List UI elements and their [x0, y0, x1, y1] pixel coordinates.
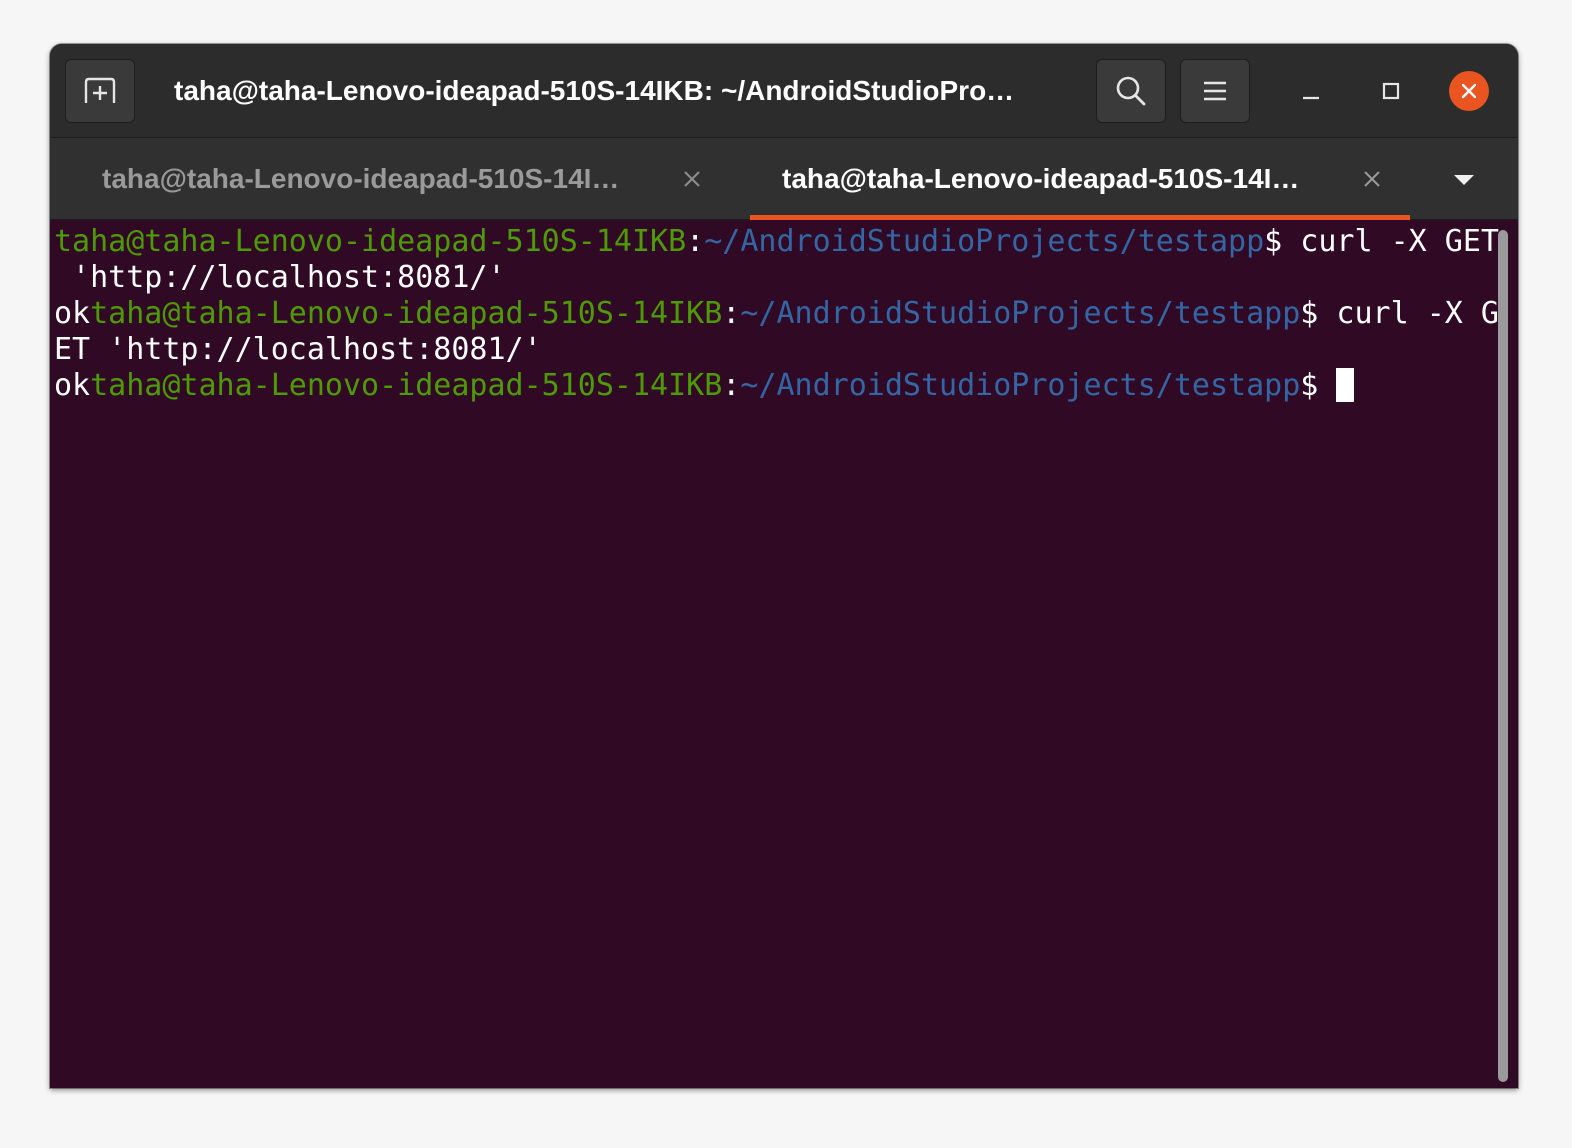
- tab-close-button[interactable]: [1357, 164, 1387, 194]
- close-icon: [1461, 83, 1477, 99]
- prompt-separator: :: [722, 296, 741, 331]
- menu-button[interactable]: [1180, 59, 1250, 123]
- command-text: $ curl -X G: [1300, 296, 1499, 331]
- terminal-window: taha@taha-Lenovo-ideapad-510S-14IKB: ~/A…: [50, 44, 1518, 1088]
- terminal-output: taha@taha-Lenovo-ideapad-510S-14IKB:~/An…: [54, 224, 1499, 404]
- prompt-separator: :: [722, 368, 741, 403]
- hamburger-menu-icon: [1204, 81, 1226, 101]
- prompt-path: ~/AndroidStudioProjects/testapp: [740, 368, 1301, 403]
- maximize-icon: [1382, 82, 1400, 100]
- close-icon: [684, 171, 700, 187]
- minimize-icon: [1303, 96, 1319, 100]
- command-text: ET 'http://localhost:8081/': [54, 332, 542, 367]
- tab-close-button[interactable]: [677, 164, 707, 194]
- command-text: $: [1300, 368, 1337, 403]
- tab-label: taha@taha-Lenovo-ideapad-510S-14I…: [102, 163, 620, 194]
- tabs-dropdown-button[interactable]: [1446, 162, 1482, 198]
- tab-bar: taha@taha-Lenovo-ideapad-510S-14I… taha@…: [50, 138, 1518, 220]
- search-icon: [1116, 76, 1146, 106]
- new-tab-button[interactable]: [65, 59, 135, 123]
- command-text: $ curl -X GET: [1264, 224, 1499, 259]
- search-button[interactable]: [1096, 59, 1166, 123]
- prompt-user: taha@taha-Lenovo-ideapad-510S-14IKB: [90, 368, 723, 403]
- prompt-path: ~/AndroidStudioProjects/testapp: [704, 224, 1265, 259]
- prompt-user: taha@taha-Lenovo-ideapad-510S-14IKB: [54, 224, 687, 259]
- maximize-button[interactable]: [1370, 70, 1412, 112]
- terminal-line: ET 'http://localhost:8081/': [54, 332, 1494, 368]
- new-tab-icon: [84, 77, 116, 103]
- tab-label: taha@taha-Lenovo-ideapad-510S-14I…: [782, 163, 1300, 194]
- window-title: taha@taha-Lenovo-ideapad-510S-14IKB: ~/A…: [174, 75, 1015, 106]
- command-text: 'http://localhost:8081/': [54, 260, 506, 295]
- terminal-view[interactable]: taha@taha-Lenovo-ideapad-510S-14IKB:~/An…: [50, 220, 1518, 1088]
- terminal-line: taha@taha-Lenovo-ideapad-510S-14IKB:~/An…: [54, 224, 1499, 260]
- terminal-line: oktaha@taha-Lenovo-ideapad-510S-14IKB:~/…: [54, 296, 1499, 332]
- terminal-line: 'http://localhost:8081/': [54, 260, 1494, 296]
- close-icon: [1364, 171, 1380, 187]
- command-output: ok: [54, 368, 91, 403]
- prompt-path: ~/AndroidStudioProjects/testapp: [740, 296, 1301, 331]
- minimize-button[interactable]: [1290, 70, 1332, 112]
- tab-active[interactable]: taha@taha-Lenovo-ideapad-510S-14I…: [750, 138, 1410, 220]
- command-output: ok: [54, 296, 91, 331]
- terminal-line: oktaha@taha-Lenovo-ideapad-510S-14IKB:~/…: [54, 368, 1494, 404]
- close-button[interactable]: [1449, 71, 1489, 111]
- text-cursor: [1336, 368, 1355, 402]
- tab-inactive[interactable]: taha@taha-Lenovo-ideapad-510S-14I…: [50, 138, 750, 220]
- headerbar: taha@taha-Lenovo-ideapad-510S-14IKB: ~/A…: [50, 44, 1518, 138]
- scrollbar[interactable]: [1498, 230, 1508, 1082]
- chevron-down-icon: [1454, 175, 1474, 185]
- prompt-user: taha@taha-Lenovo-ideapad-510S-14IKB: [90, 296, 723, 331]
- prompt-separator: :: [686, 224, 705, 259]
